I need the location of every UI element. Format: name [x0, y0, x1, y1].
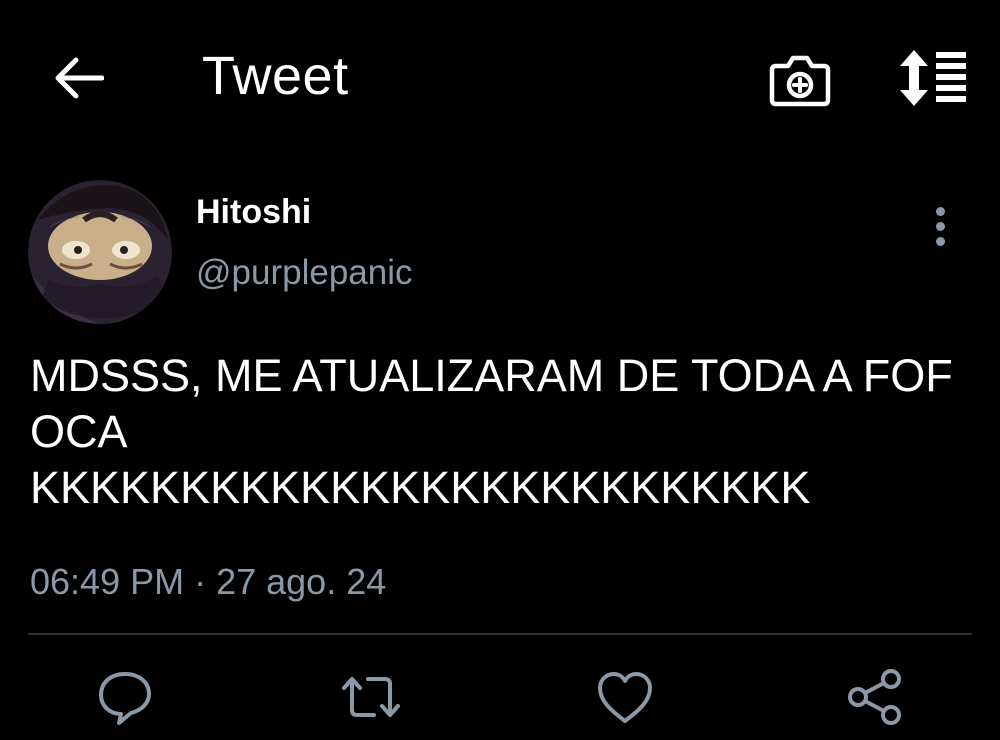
author-display-name[interactable]: Hitoshi	[196, 192, 311, 232]
camera-button[interactable]	[768, 50, 832, 108]
more-options-button[interactable]	[918, 200, 962, 252]
more-dot	[935, 221, 945, 231]
more-dot	[935, 206, 945, 216]
camera-plus-icon	[768, 50, 832, 108]
author-handle[interactable]: @purplepanic	[196, 252, 413, 294]
like-button[interactable]	[592, 664, 658, 730]
heart-icon	[595, 669, 655, 725]
reply-bubble-icon	[96, 668, 154, 726]
more-dot	[935, 236, 945, 246]
share-button[interactable]	[842, 664, 908, 730]
sort-lines-icon	[894, 48, 970, 108]
share-icon	[845, 667, 905, 727]
retweet-icon	[338, 668, 404, 726]
reply-button[interactable]	[92, 664, 158, 730]
sort-button[interactable]	[894, 48, 970, 108]
retweet-button[interactable]	[338, 664, 404, 730]
avatar[interactable]	[28, 180, 172, 324]
tweet-text: MDSSS, ME ATUALIZARAM DE TODA A FOFOCA K…	[30, 350, 953, 513]
arrow-left-icon	[52, 56, 104, 100]
divider	[28, 633, 972, 635]
top-app-bar: Tweet	[0, 0, 1000, 150]
back-button[interactable]	[50, 52, 106, 104]
tweet-timestamp: 06:49 PM · 27 ago. 24	[30, 561, 387, 602]
page-title: Tweet	[202, 46, 349, 106]
